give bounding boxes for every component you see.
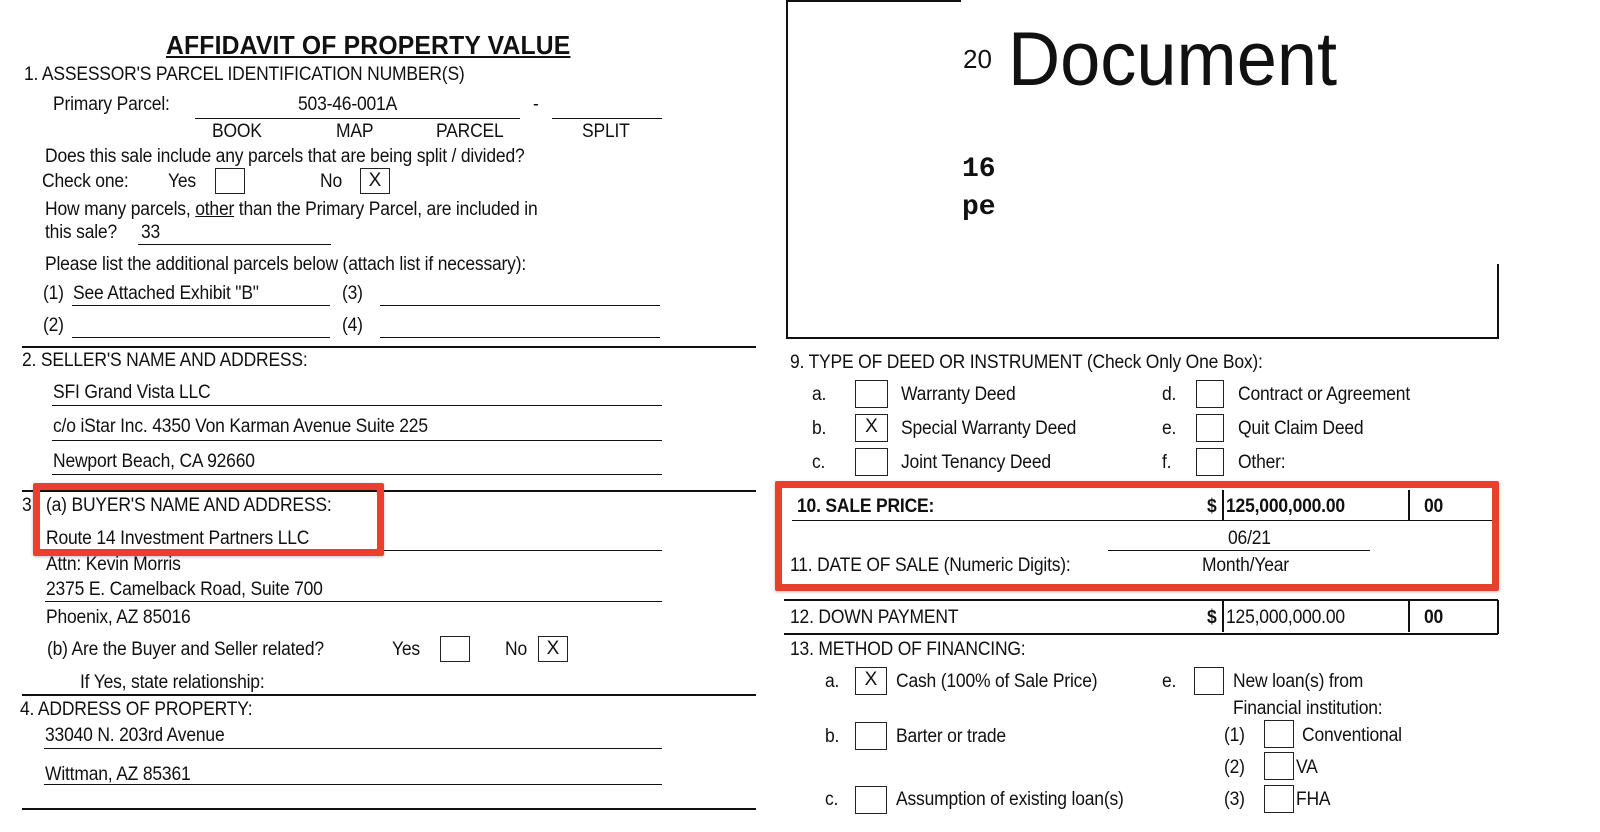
loan-2-num: (2)	[1224, 757, 1245, 778]
primary-parcel-value[interactable]: 503-46-001A	[298, 94, 397, 116]
finance-b-checkbox[interactable]	[855, 722, 887, 750]
col-label-map: MAP	[336, 121, 374, 142]
deed-e-checkbox[interactable]	[1196, 414, 1224, 442]
finance-e-label: New loan(s) from	[1233, 671, 1364, 692]
col-label-split: SPLIT	[582, 121, 630, 142]
deed-d-label: Contract or Agreement	[1238, 384, 1410, 405]
section-13-heading: 13. METHOD OF FINANCING:	[790, 639, 1026, 660]
finance-b-label: Barter or trade	[896, 726, 1006, 747]
finance-a-checkbox[interactable]: X	[855, 667, 887, 695]
finance-c-label: Assumption of existing loan(s)	[896, 789, 1124, 810]
related-yes-label: Yes	[392, 639, 420, 660]
split-yes-label: Yes	[168, 171, 196, 192]
how-many-question-end: this sale?	[45, 222, 118, 243]
deed-b-label: Special Warranty Deed	[901, 418, 1077, 439]
buyer-line-2[interactable]: Attn: Kevin Morris	[46, 554, 181, 576]
check-one-label: Check one:	[42, 171, 129, 192]
loan-3-label: FHA	[1296, 789, 1331, 810]
deed-c-letter: c.	[812, 452, 826, 473]
related-no-checkbox[interactable]: X	[538, 636, 568, 662]
finance-a-letter: a.	[825, 671, 840, 692]
primary-parcel-label: Primary Parcel:	[53, 94, 170, 115]
property-line-2[interactable]: Wittman, AZ 85361	[45, 764, 191, 786]
down-payment-cents[interactable]: 00	[1424, 607, 1443, 629]
loan-3-checkbox[interactable]	[1264, 785, 1294, 813]
parcel-3-num: (3)	[342, 283, 363, 304]
seller-line-2[interactable]: c/o iStar Inc. 4350 Von Karman Avenue Su…	[53, 416, 428, 438]
seller-line-1[interactable]: SFI Grand Vista LLC	[53, 382, 211, 404]
how-many-other: other	[195, 199, 235, 220]
finance-a-label: Cash (100% of Sale Price)	[896, 671, 1098, 692]
loan-2-label: VA	[1296, 757, 1318, 778]
relationship-label: If Yes, state relationship:	[80, 672, 265, 693]
finance-e-checkbox[interactable]	[1194, 667, 1224, 695]
parcel-1-num: (1)	[43, 283, 64, 304]
how-many-text-1: How many parcels,	[45, 199, 196, 220]
down-payment-currency: $	[1207, 607, 1217, 628]
loan-2-checkbox[interactable]	[1264, 752, 1294, 780]
sale-highlight-box	[775, 481, 1499, 591]
finance-e-letter: e.	[1162, 671, 1177, 692]
section-4-heading: 4. ADDRESS OF PROPERTY:	[20, 699, 253, 720]
additional-parcels-count[interactable]: 33	[141, 222, 160, 244]
down-payment-value[interactable]: 125,000,000.00	[1226, 607, 1345, 629]
stamp-line-2: pe	[962, 192, 996, 223]
section-2-heading: 2. SELLER'S NAME AND ADDRESS:	[22, 350, 308, 371]
buyer-highlight-box	[33, 483, 384, 556]
section-9-heading: 9. TYPE OF DEED OR INSTRUMENT (Check Onl…	[790, 352, 1263, 373]
split-no-checkbox[interactable]: X	[360, 168, 390, 194]
deed-f-label: Other:	[1238, 452, 1286, 473]
buyer-line-4[interactable]: Phoenix, AZ 85016	[46, 607, 191, 629]
deed-d-letter: d.	[1162, 384, 1177, 405]
split-yes-checkbox[interactable]	[215, 168, 245, 194]
property-line-1[interactable]: 33040 N. 203rd Avenue	[45, 725, 225, 747]
deed-a-checkbox[interactable]	[855, 380, 888, 408]
finance-b-letter: b.	[825, 726, 840, 747]
parcel-4-num: (4)	[342, 315, 363, 336]
deed-d-checkbox[interactable]	[1196, 380, 1224, 408]
form-title: AFFIDAVIT OF PROPERTY VALUE	[166, 30, 571, 60]
col-label-parcel: PARCEL	[436, 121, 504, 142]
section-3-number: 3	[22, 495, 32, 516]
finance-c-checkbox[interactable]	[855, 786, 887, 814]
parcel-dash: -	[533, 94, 539, 115]
split-question: Does this sale include any parcels that …	[45, 146, 525, 167]
deed-c-label: Joint Tenancy Deed	[901, 452, 1051, 473]
related-no-label: No	[505, 639, 527, 660]
related-yes-checkbox[interactable]	[440, 636, 470, 662]
down-payment-label: 12. DOWN PAYMENT	[790, 607, 959, 628]
deed-c-checkbox[interactable]	[855, 448, 888, 476]
col-label-book: BOOK	[212, 121, 262, 142]
loan-3-num: (3)	[1224, 789, 1245, 810]
split-no-label: No	[320, 171, 342, 192]
stamp-title: Document	[1008, 17, 1338, 102]
parcel-2-num: (2)	[43, 315, 64, 336]
seller-line-3[interactable]: Newport Beach, CA 92660	[53, 451, 255, 473]
loan-1-num: (1)	[1224, 725, 1245, 746]
institution-label: Financial institution:	[1233, 698, 1383, 719]
related-question: (b) Are the Buyer and Seller related?	[47, 639, 324, 660]
parcel-1-value[interactable]: See Attached Exhibit "B"	[73, 283, 259, 305]
deed-e-letter: e.	[1162, 418, 1177, 439]
deed-f-checkbox[interactable]	[1196, 448, 1224, 476]
stamp-line-1: 16	[962, 154, 996, 185]
buyer-line-3[interactable]: 2375 E. Camelback Road, Suite 700	[46, 579, 323, 601]
deed-a-label: Warranty Deed	[901, 384, 1016, 405]
stamp-prefix: 20	[963, 44, 992, 74]
how-many-text-2: than the Primary Parcel, are included in	[234, 199, 538, 220]
list-prompt: Please list the additional parcels below…	[45, 254, 527, 275]
deed-b-letter: b.	[812, 418, 827, 439]
deed-b-checkbox[interactable]: X	[855, 414, 888, 442]
loan-1-label: Conventional	[1302, 725, 1402, 746]
deed-a-letter: a.	[812, 384, 827, 405]
how-many-question: How many parcels, other than the Primary…	[45, 199, 538, 221]
finance-c-letter: c.	[825, 789, 839, 810]
section-1-heading: 1. ASSESSOR'S PARCEL IDENTIFICATION NUMB…	[24, 64, 465, 85]
deed-f-letter: f.	[1162, 452, 1172, 473]
loan-1-checkbox[interactable]	[1264, 720, 1294, 748]
deed-e-label: Quit Claim Deed	[1238, 418, 1364, 439]
